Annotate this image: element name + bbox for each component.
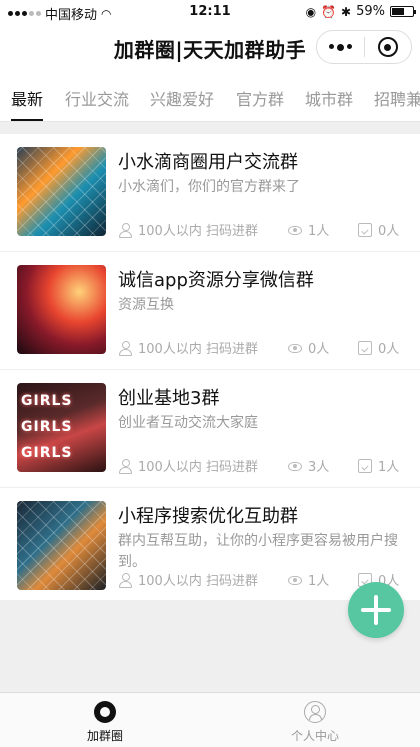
group-desc: 创业者互动交流大家庭	[118, 415, 258, 431]
tabbar-label-profile: 个人中心	[290, 729, 339, 743]
tabbar-item-profile[interactable]: 个人中心	[265, 701, 365, 744]
nav-bar: 加群圈|天天加群助手	[0, 24, 420, 72]
tabbar-label-home: 加群圈	[86, 729, 123, 743]
view-count: 1人	[308, 224, 330, 239]
add-group-button[interactable]	[348, 582, 404, 638]
group-desc: 小水滴们，你们的官方群来了	[118, 179, 300, 195]
clipboard-check-icon	[358, 458, 372, 473]
close-button[interactable]	[364, 31, 411, 63]
more-button[interactable]	[317, 31, 364, 63]
user-icon	[118, 572, 132, 588]
view-count: 1人	[308, 574, 330, 589]
status-bar: 中国移动 ◠ 12:11 ◉ ⏰ ✱ 59%	[0, 0, 420, 24]
user-icon	[118, 340, 132, 356]
view-count: 3人	[308, 460, 330, 475]
join-count: 0人	[378, 342, 400, 357]
neon-sign-text: GIRLS	[21, 393, 73, 409]
group-thumbnail	[17, 147, 106, 236]
neon-sign-text: GIRLS	[21, 445, 73, 461]
group-meta: 100人以内 扫码进群 1人 0人	[118, 220, 408, 239]
target-circle-icon	[377, 37, 398, 57]
tab-official[interactable]: 官方群	[236, 86, 284, 110]
join-count: 0人	[378, 224, 400, 239]
more-dots-icon	[328, 43, 352, 51]
user-icon	[304, 701, 326, 723]
list-item[interactable]: 小水滴商圈用户交流群 小水滴们，你们的官方群来了 100人以内 扫码进群 1人 …	[0, 134, 420, 252]
tab-latest[interactable]: 最新	[11, 86, 43, 110]
eye-icon	[288, 462, 302, 471]
group-title: 创业基地3群	[118, 388, 220, 409]
group-thumbnail: GIRLS GIRLS GIRLS	[17, 383, 106, 472]
group-size: 100人以内 扫码进群	[138, 224, 258, 239]
eye-icon	[288, 576, 302, 585]
list-item[interactable]: 小程序搜索优化互助群 群内互帮互助，让你的小程序更容易被用户搜到。 100人以内…	[0, 488, 420, 600]
user-icon	[118, 458, 132, 474]
group-meta: 100人以内 扫码进群 0人 0人	[118, 338, 408, 357]
eye-icon	[288, 226, 302, 235]
group-desc: 群内互帮互助，让你的小程序更容易被用户搜到。	[118, 533, 398, 570]
tab-hobbies[interactable]: 兴趣爱好	[150, 86, 214, 110]
tab-city[interactable]: 城市群	[305, 86, 353, 110]
group-thumbnail	[17, 501, 106, 590]
neon-sign-text: GIRLS	[21, 419, 73, 435]
group-thumbnail	[17, 265, 106, 354]
group-meta: 100人以内 扫码进群 3人 1人	[118, 456, 408, 475]
clipboard-check-icon	[358, 222, 372, 237]
orientation-lock-icon: ◉	[305, 4, 317, 19]
alarm-icon: ⏰	[321, 4, 337, 19]
join-count: 1人	[378, 460, 400, 475]
group-list: 小水滴商圈用户交流群 小水滴们，你们的官方群来了 100人以内 扫码进群 1人 …	[0, 134, 420, 600]
view-count: 0人	[308, 342, 330, 357]
group-desc: 资源互换	[118, 297, 174, 313]
tabbar-item-home[interactable]: 加群圈	[55, 701, 155, 744]
ring-icon	[94, 701, 116, 723]
bottom-tab-bar: 加群圈 个人中心	[0, 692, 420, 747]
battery-percent: 59%	[356, 4, 385, 19]
bluetooth-icon: ✱	[341, 4, 352, 19]
battery-icon	[390, 6, 416, 17]
user-icon	[118, 222, 132, 238]
tab-jobs[interactable]: 招聘兼职	[374, 86, 420, 110]
group-size: 100人以内 扫码进群	[138, 574, 258, 589]
group-size: 100人以内 扫码进群	[138, 342, 258, 357]
category-tabs: 最新 行业交流 兴趣爱好 官方群 城市群 招聘兼职	[0, 72, 420, 122]
group-title: 小水滴商圈用户交流群	[118, 152, 298, 173]
group-title: 小程序搜索优化互助群	[118, 506, 298, 527]
group-size: 100人以内 扫码进群	[138, 460, 258, 475]
group-title: 诚信app资源分享微信群	[118, 270, 314, 291]
active-tab-indicator	[11, 119, 43, 121]
eye-icon	[288, 344, 302, 353]
clipboard-check-icon	[358, 340, 372, 355]
capsule-menu	[316, 30, 412, 64]
tab-industry[interactable]: 行业交流	[65, 86, 129, 110]
list-item[interactable]: 诚信app资源分享微信群 资源互换 100人以内 扫码进群 0人 0人	[0, 252, 420, 370]
list-item[interactable]: GIRLS GIRLS GIRLS 创业基地3群 创业者互动交流大家庭 100人…	[0, 370, 420, 488]
